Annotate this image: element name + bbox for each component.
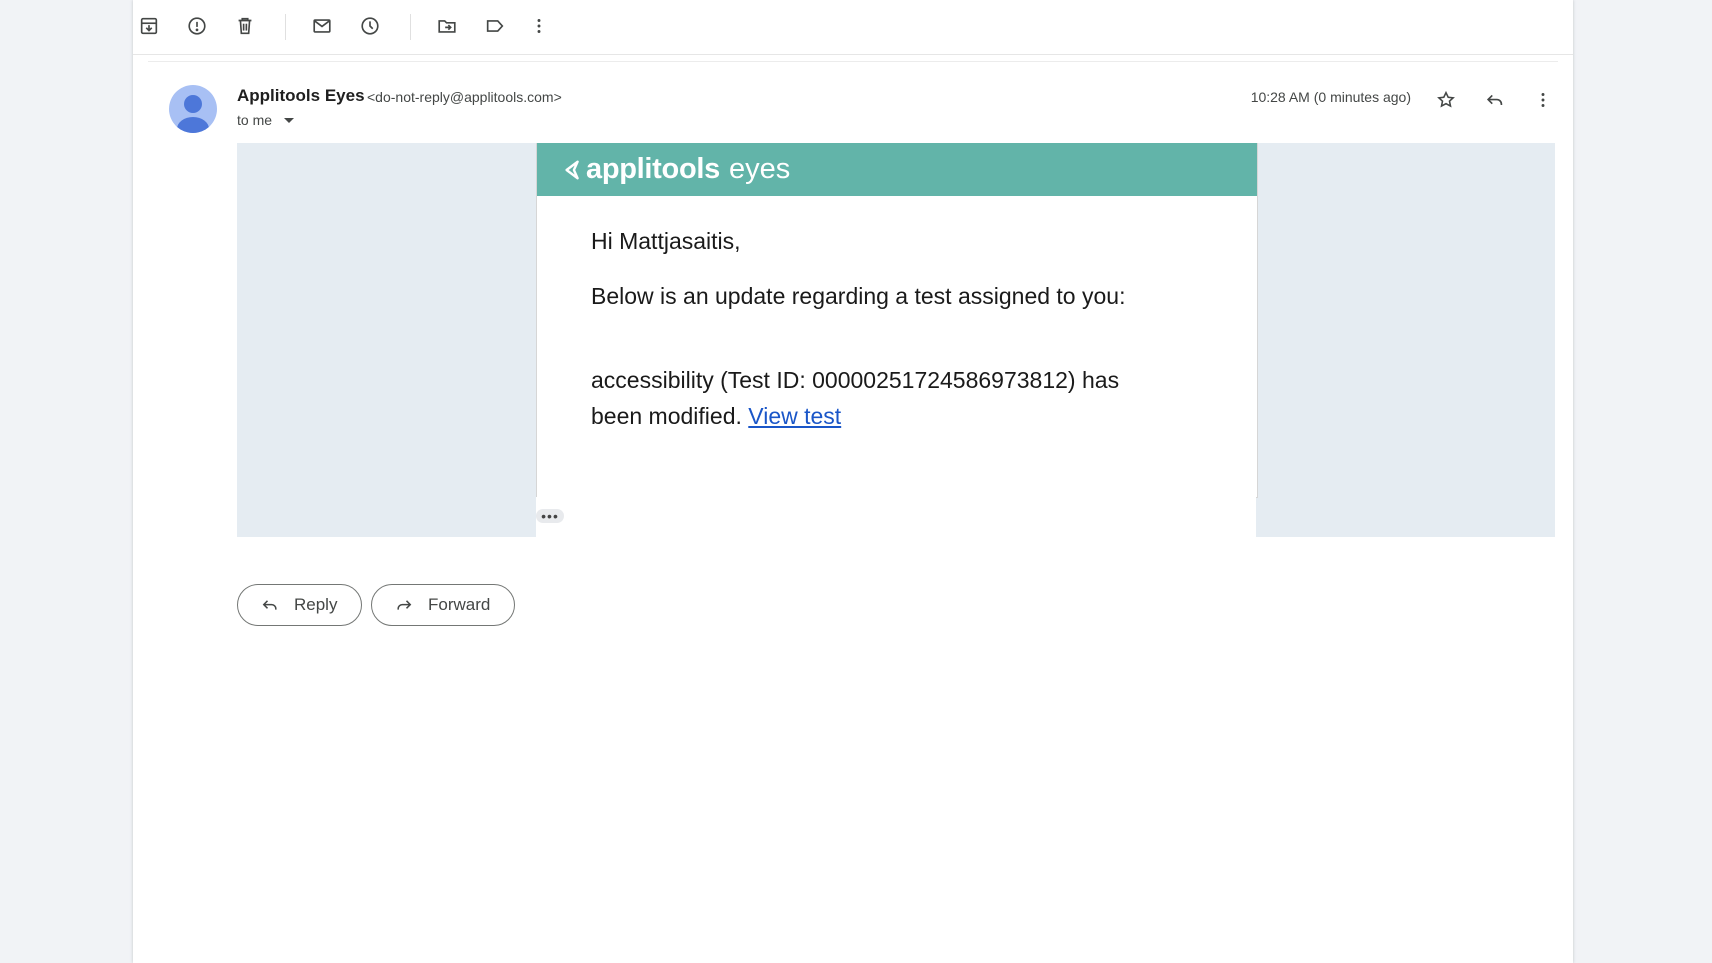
forward-button-label: Forward <box>428 595 491 614</box>
report-spam-button[interactable] <box>181 10 213 42</box>
star-icon <box>1437 90 1455 108</box>
sender-name[interactable]: Applitools Eyes <box>237 86 365 106</box>
forward-button[interactable]: Forward <box>371 584 516 626</box>
mark-unread-button[interactable] <box>306 10 338 42</box>
reply-button[interactable]: Reply <box>237 584 363 626</box>
forward-icon <box>397 600 412 610</box>
move-to-icon <box>438 20 456 33</box>
email-footer-strip <box>536 497 1256 537</box>
delete-icon <box>238 17 252 35</box>
snooze-icon <box>361 17 379 35</box>
reply-icon <box>262 600 277 610</box>
brand-header: applitools eyes <box>537 143 1257 196</box>
sender-avatar[interactable] <box>169 85 217 133</box>
snooze-button[interactable] <box>354 10 386 42</box>
update-text-line1: accessibility (Test ID: 0000025172458697… <box>591 367 1120 393</box>
star-button[interactable] <box>1430 84 1462 116</box>
message-view: Applitools Eyes <do-not-reply@applitools… <box>133 0 1573 963</box>
show-trimmed-content-button[interactable]: ••• <box>536 508 564 524</box>
sender-email: <do-not-reply@applitools.com> <box>367 89 562 105</box>
update-text-line2-body: been modified. <box>591 403 742 429</box>
divider <box>148 61 1558 62</box>
archive-icon <box>140 17 158 35</box>
reply-icon-button[interactable] <box>1479 84 1511 116</box>
greeting: Hi Mattjasaitis, <box>591 228 741 254</box>
label-button[interactable] <box>479 10 511 42</box>
email-body: applitools eyes Hi Mattjasaitis, Below i… <box>237 143 1555 537</box>
reply-icon <box>1486 94 1503 106</box>
more-vert-icon <box>537 19 541 33</box>
update-text-line2: been modified. View test <box>591 403 841 430</box>
more-vert-icon <box>1541 93 1545 107</box>
chevron-down-icon <box>284 117 295 123</box>
email-card: applitools eyes Hi Mattjasaitis, Below i… <box>536 143 1258 498</box>
mark-unread-icon <box>313 19 331 33</box>
reply-button-label: Reply <box>294 595 338 614</box>
brand-name: applitools <box>586 153 720 185</box>
recipient-label: to me <box>237 112 273 128</box>
more-options-button[interactable] <box>523 10 555 42</box>
report-spam-icon <box>188 17 206 35</box>
applitools-logo-icon <box>565 160 579 179</box>
message-more-button[interactable] <box>1527 84 1559 116</box>
intro-text: Below is an update regarding a test assi… <box>591 283 1126 309</box>
archive-button[interactable] <box>133 10 165 42</box>
message-toolbar <box>133 0 1573 55</box>
toolbar-divider <box>285 14 286 40</box>
brand-product: eyes <box>728 153 791 185</box>
recipient-details-toggle[interactable]: to me <box>237 112 295 128</box>
toolbar-divider <box>410 14 411 40</box>
view-test-link[interactable]: View test <box>748 403 841 429</box>
move-to-button[interactable] <box>431 10 463 42</box>
person-icon <box>177 95 209 133</box>
label-icon <box>486 20 504 32</box>
delete-button[interactable] <box>229 10 261 42</box>
message-timestamp: 10:28 AM (0 minutes ago) <box>1250 89 1411 105</box>
